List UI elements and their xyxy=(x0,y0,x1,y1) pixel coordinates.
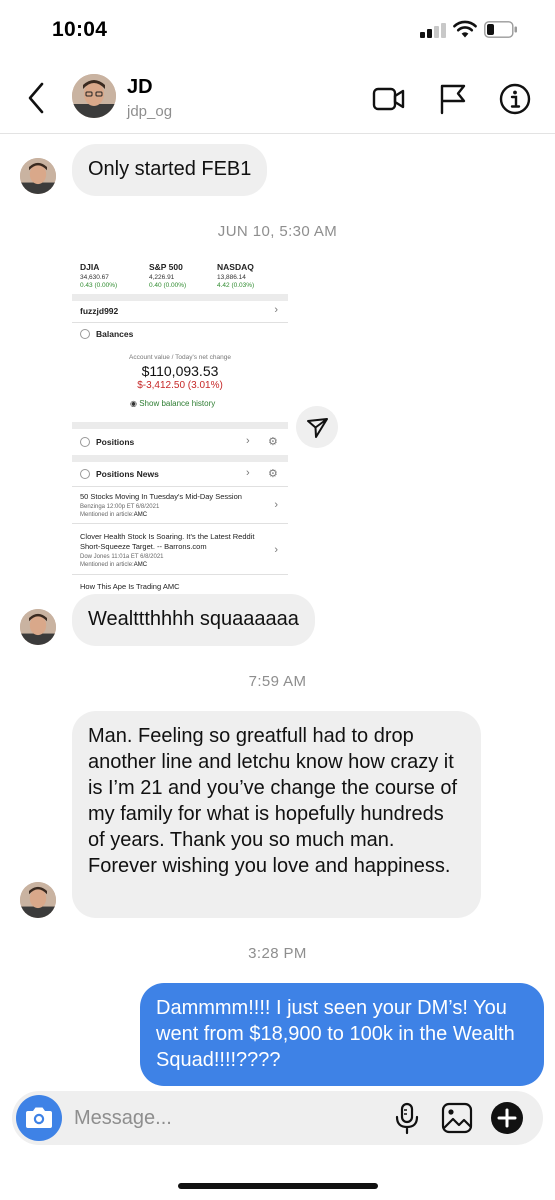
contact-username[interactable]: jdp_og xyxy=(127,103,172,120)
shared-image-message[interactable]: DJIA 34,630.67 0.43 (0.00%) S&P 500 4,22… xyxy=(72,250,288,596)
timestamp: 7:59 AM xyxy=(248,673,307,690)
news-mentioned: Mentioned in article:AMC xyxy=(80,512,148,518)
contact-name[interactable]: JD xyxy=(127,76,153,99)
video-call-icon[interactable] xyxy=(372,82,406,116)
separator xyxy=(72,422,288,429)
home-indicator xyxy=(178,1183,378,1189)
sender-avatar[interactable] xyxy=(20,609,56,645)
plus-icon[interactable] xyxy=(489,1100,525,1136)
wifi-icon xyxy=(453,20,477,38)
index-sp500: S&P 500 4,226.91 0.40 (0.00%) xyxy=(149,262,187,289)
news-source: Benzinga 12:00p ET 6/8/2021 xyxy=(80,504,160,510)
net-change: $-3,412.50 (3.01%) xyxy=(137,380,223,391)
news-title: Clover Health Stock Is Soaring. It's the… xyxy=(80,532,255,551)
flag-icon[interactable] xyxy=(436,82,470,116)
news-title: 50 Stocks Moving In Tuesday's Mid-Day Se… xyxy=(80,492,242,501)
contact-avatar[interactable] xyxy=(72,74,116,118)
cellular-signal-icon xyxy=(420,22,446,38)
settings-gear-icon: ⚙ xyxy=(268,436,278,448)
news-source: Dow Jones 11:01a ET 6/8/2021 xyxy=(80,554,164,560)
battery-icon xyxy=(484,21,517,38)
message-bubble-incoming[interactable]: Wealttthhhh squaaaaaa xyxy=(72,594,315,646)
timestamp: 3:28 PM xyxy=(248,945,307,962)
sender-avatar[interactable] xyxy=(20,158,56,194)
info-icon[interactable] xyxy=(498,82,532,116)
message-composer xyxy=(12,1091,543,1145)
microphone-icon[interactable] xyxy=(389,1100,425,1136)
chat-header: JD jdp_og xyxy=(0,62,555,134)
news-title: How This Ape Is Trading AMC xyxy=(80,582,180,591)
timestamp: JUN 10, 5:30 AM xyxy=(217,223,338,240)
sender-avatar[interactable] xyxy=(20,882,56,918)
share-send-icon[interactable] xyxy=(296,406,338,448)
index-djia: DJIA 34,630.67 0.43 (0.00%) xyxy=(80,262,118,289)
settings-gear-icon: ⚙ xyxy=(268,468,278,480)
separator xyxy=(72,455,288,462)
message-bubble-outgoing[interactable]: Dammmm!!!! I just seen your DM’s! You we… xyxy=(140,983,544,1086)
back-chevron-icon[interactable] xyxy=(22,80,52,116)
status-bar: 10:04 xyxy=(0,0,555,62)
status-time: 10:04 xyxy=(52,18,108,41)
show-balance-history-link: ◉ Show balance history xyxy=(130,399,216,408)
news-mentioned: Mentioned in article:AMC xyxy=(80,562,148,568)
index-nasdaq: NASDAQ 13,886.14 4.42 (0.03%) xyxy=(217,262,255,289)
message-input[interactable] xyxy=(74,1105,374,1131)
message-bubble-incoming[interactable]: Only started FEB1 xyxy=(72,144,268,196)
camera-icon xyxy=(26,1107,52,1128)
camera-button[interactable] xyxy=(16,1095,62,1141)
account-value-label: Account value / Today's net change xyxy=(129,354,231,361)
gallery-icon[interactable] xyxy=(439,1100,475,1136)
account-value: $110,093.53 xyxy=(141,363,219,379)
eye-icon: ◉ xyxy=(130,399,137,408)
message-bubble-incoming[interactable]: Man. Feeling so greatfull had to drop an… xyxy=(72,711,481,918)
separator xyxy=(72,294,288,301)
